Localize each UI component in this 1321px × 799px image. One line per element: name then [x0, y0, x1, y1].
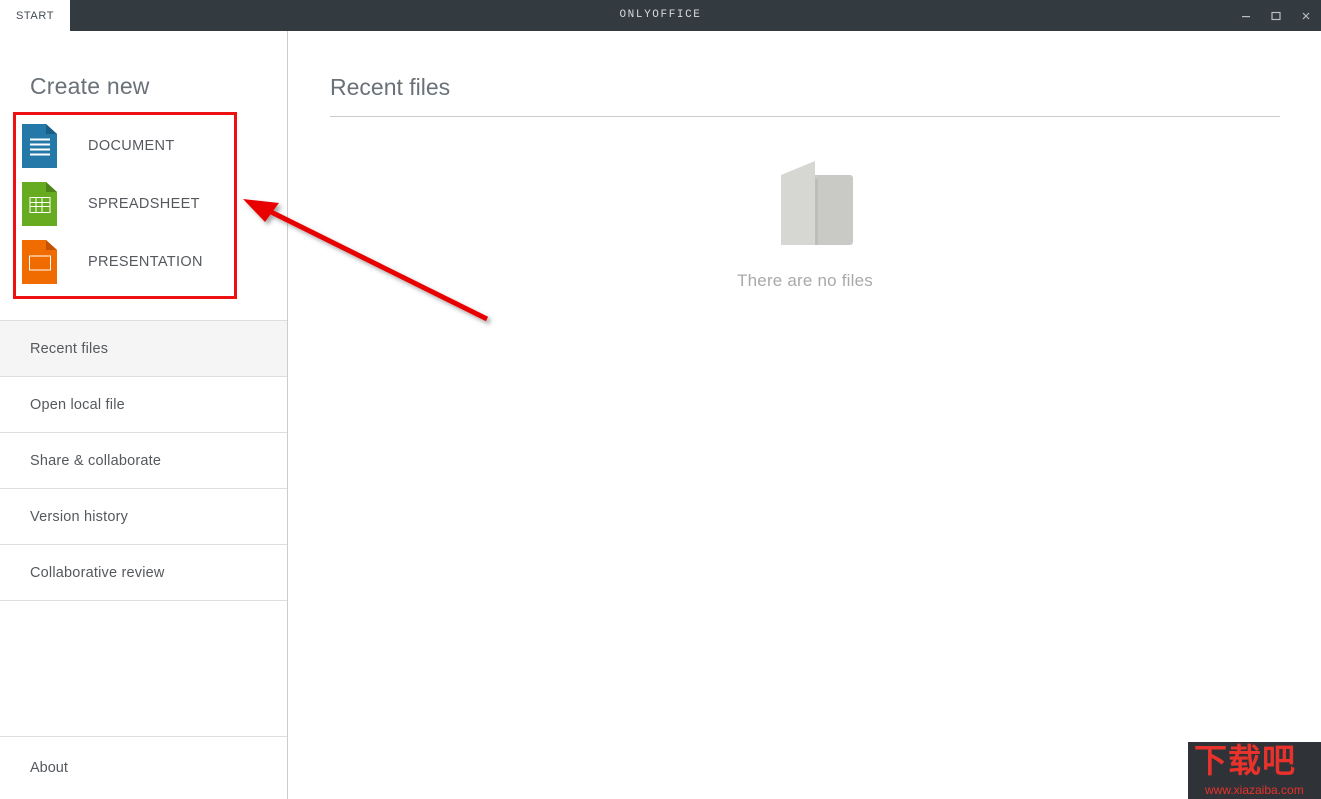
tab-start[interactable]: START [0, 0, 70, 31]
sidebar-item-label: Open local file [30, 396, 125, 413]
main-content: Recent files There are no files [289, 31, 1321, 799]
onlyoffice-start-window: START ONLYOFFICE Create new DOCUMENT SPR… [0, 0, 1321, 799]
tab-start-label: START [15, 9, 55, 22]
empty-state: There are no files [289, 161, 1321, 291]
presentation-slide-glyph [28, 255, 51, 271]
sidebar-nav: Recent files Open local file Share & col… [0, 320, 287, 601]
sidebar-item-collaborative-review[interactable]: Collaborative review [0, 545, 287, 601]
sidebar-item-version-history[interactable]: Version history [0, 489, 287, 545]
close-icon[interactable] [1291, 0, 1321, 31]
create-document-button[interactable]: DOCUMENT [22, 117, 236, 175]
create-new-list: DOCUMENT SPREADSHEET PRESENTATION [22, 117, 236, 291]
spreadsheet-grid-glyph [29, 196, 50, 213]
sidebar-item-label: Version history [30, 508, 129, 525]
create-presentation-button[interactable]: PRESENTATION [22, 233, 236, 291]
sidebar-item-recent-files[interactable]: Recent files [0, 321, 287, 377]
spreadsheet-file-icon [22, 182, 57, 226]
document-lines-glyph [29, 138, 50, 156]
watermark-text: 下载吧 [1194, 742, 1296, 780]
watermark-url: www.xiazaiba.com [1205, 783, 1304, 797]
maximize-icon[interactable] [1261, 0, 1291, 31]
empty-state-text: There are no files [737, 271, 873, 290]
title-divider [330, 116, 1280, 117]
create-new-heading: Create new [30, 73, 150, 99]
create-document-label: DOCUMENT [88, 138, 175, 154]
sidebar-item-open-local-file[interactable]: Open local file [0, 377, 287, 433]
presentation-file-icon [22, 240, 57, 284]
window-controls [1231, 0, 1321, 31]
document-file-icon [22, 124, 57, 168]
sidebar-item-label: Collaborative review [30, 564, 165, 581]
site-watermark: 下载吧 www.xiazaiba.com [1188, 742, 1321, 799]
minimize-icon[interactable] [1231, 0, 1261, 31]
page-title: Recent files [330, 74, 451, 100]
folder-front [781, 161, 815, 245]
sidebar-item-about[interactable]: About [0, 736, 287, 799]
sidebar: Create new DOCUMENT SPREADSHEET PRESENTA… [0, 31, 288, 799]
empty-folder-icon [781, 161, 853, 245]
sidebar-item-label: Recent files [30, 340, 109, 357]
create-presentation-label: PRESENTATION [88, 254, 203, 270]
create-spreadsheet-label: SPREADSHEET [88, 196, 200, 212]
app-title: ONLYOFFICE [619, 9, 702, 21]
sidebar-item-share-collaborate[interactable]: Share & collaborate [0, 433, 287, 489]
sidebar-item-label: About [30, 760, 68, 776]
sidebar-item-label: Share & collaborate [30, 452, 162, 469]
create-spreadsheet-button[interactable]: SPREADSHEET [22, 175, 236, 233]
title-bar: START ONLYOFFICE [0, 0, 1321, 31]
